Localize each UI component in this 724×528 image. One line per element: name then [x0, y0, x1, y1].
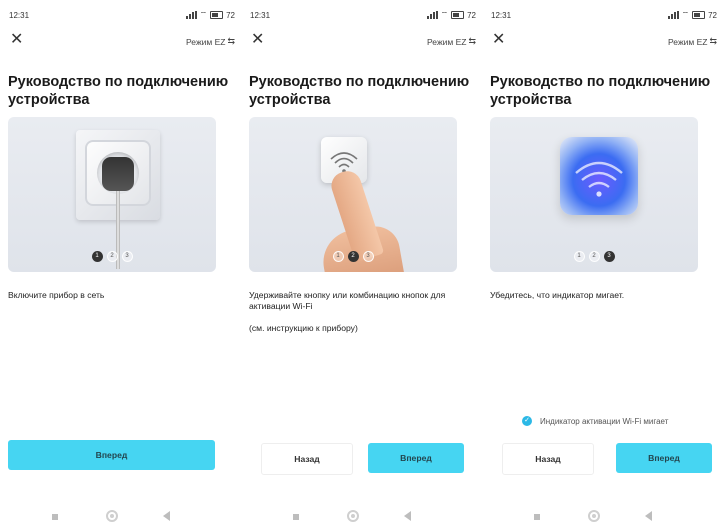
system-nav-bar	[241, 510, 482, 524]
system-nav-bar	[482, 510, 723, 524]
ez-mode-label: Режим EZ	[668, 36, 708, 47]
wifi-blinking-icon	[575, 161, 623, 197]
step-description: Удерживайте кнопку или комбинацию кнопок…	[249, 290, 446, 311]
wifi-indicator-image	[560, 137, 638, 215]
plug-image	[102, 157, 134, 191]
carousel-dots: 1 2 3	[8, 251, 216, 262]
status-bar: 12:31 ⌔ 72	[250, 9, 476, 21]
nav-home-icon[interactable]	[106, 510, 118, 522]
checkbox-label: Индикатор активации Wi‑Fi мигает	[540, 416, 669, 426]
close-icon[interactable]: ✕	[251, 32, 264, 48]
carousel-dot[interactable]: 2	[347, 251, 359, 262]
swap-icon: ⇆	[709, 36, 717, 46]
close-icon[interactable]: ✕	[492, 32, 505, 48]
signal-icon	[426, 11, 438, 19]
battery-icon	[692, 11, 706, 19]
carousel-dots: 1 2 3	[249, 251, 457, 262]
carousel-dot[interactable]: 2	[588, 251, 600, 262]
status-bar: 12:31 ⌔ 72	[491, 9, 717, 21]
wifi-icon: ⌔	[440, 10, 449, 19]
nav-home-icon[interactable]	[347, 510, 359, 522]
step-description: Включите прибор в сеть	[8, 290, 105, 300]
wifi-icon: ⌔	[681, 10, 690, 19]
page-title: Руководство по подключению устройства	[8, 74, 229, 108]
back-button[interactable]: Назад	[502, 443, 594, 475]
carousel-dot[interactable]: 3	[603, 251, 615, 262]
swap-icon: ⇆	[468, 36, 476, 46]
nav-back-icon[interactable]	[404, 511, 411, 521]
carousel-dot[interactable]: 1	[91, 251, 103, 262]
guide-screen-step-3: 12:31 ⌔ 72 ✕ Режим EZ ⇆ Руководство по п…	[482, 0, 723, 528]
nav-recents-icon[interactable]	[52, 514, 58, 520]
illustration-socket: 1 2 3	[8, 117, 216, 272]
system-nav-bar	[0, 510, 241, 524]
next-button[interactable]: Вперед	[616, 443, 712, 473]
carousel-dot[interactable]: 2	[106, 251, 118, 262]
carousel-dot[interactable]: 3	[362, 251, 374, 262]
nav-recents-icon[interactable]	[293, 514, 299, 520]
page-title: Руководство по подключению устройства	[249, 74, 470, 108]
ez-mode-button[interactable]: Режим EZ ⇆	[427, 36, 476, 47]
step-description: Убедитесь, что индикатор мигает.	[490, 290, 625, 300]
signal-icon	[185, 11, 197, 19]
carousel-dot[interactable]: 1	[332, 251, 344, 262]
carousel-dots: 1 2 3	[490, 251, 698, 262]
status-time: 12:31	[9, 10, 30, 20]
app-root: 12:31 ⌔ 72 ✕ Режим EZ ⇆ Руководство по п…	[0, 0, 724, 528]
battery-icon	[451, 11, 465, 19]
wifi-icon: ⌔	[199, 10, 208, 19]
battery-level: 72	[226, 10, 235, 20]
carousel-dot[interactable]: 1	[573, 251, 585, 262]
status-time: 12:31	[491, 10, 512, 20]
status-time: 12:31	[250, 10, 271, 20]
ez-mode-label: Режим EZ	[186, 36, 226, 47]
checkbox-checked-icon[interactable]: ✓	[522, 416, 532, 426]
signal-icon	[667, 11, 679, 19]
battery-level: 72	[708, 10, 717, 20]
ez-mode-label: Режим EZ	[427, 36, 467, 47]
nav-back-icon[interactable]	[163, 511, 170, 521]
next-button[interactable]: Вперед	[8, 440, 215, 470]
ez-mode-button[interactable]: Режим EZ ⇆	[668, 36, 717, 47]
status-bar: 12:31 ⌔ 72	[9, 9, 235, 21]
illustration-wifi-indicator: 1 2 3	[490, 117, 698, 272]
nav-home-icon[interactable]	[588, 510, 600, 522]
guide-screen-step-2: 12:31 ⌔ 72 ✕ Режим EZ ⇆ Руководство по п…	[241, 0, 482, 528]
next-button[interactable]: Вперед	[368, 443, 464, 473]
battery-icon	[210, 11, 224, 19]
guide-screen-step-1: 12:31 ⌔ 72 ✕ Режим EZ ⇆ Руководство по п…	[0, 0, 241, 528]
ez-mode-button[interactable]: Режим EZ ⇆	[186, 36, 235, 47]
back-button[interactable]: Назад	[261, 443, 353, 475]
close-icon[interactable]: ✕	[10, 32, 23, 48]
battery-level: 72	[467, 10, 476, 20]
nav-recents-icon[interactable]	[534, 514, 540, 520]
swap-icon: ⇆	[227, 36, 235, 46]
wifi-blinking-checkbox[interactable]: ✓ Индикатор активации Wi‑Fi мигает	[522, 416, 668, 426]
page-title: Руководство по подключению устройства	[490, 74, 711, 108]
illustration-button-press: 1 2 3	[249, 117, 457, 272]
nav-back-icon[interactable]	[645, 511, 652, 521]
step-note: (см. инструкцию к прибору)	[249, 323, 358, 333]
carousel-dot[interactable]: 3	[121, 251, 133, 262]
